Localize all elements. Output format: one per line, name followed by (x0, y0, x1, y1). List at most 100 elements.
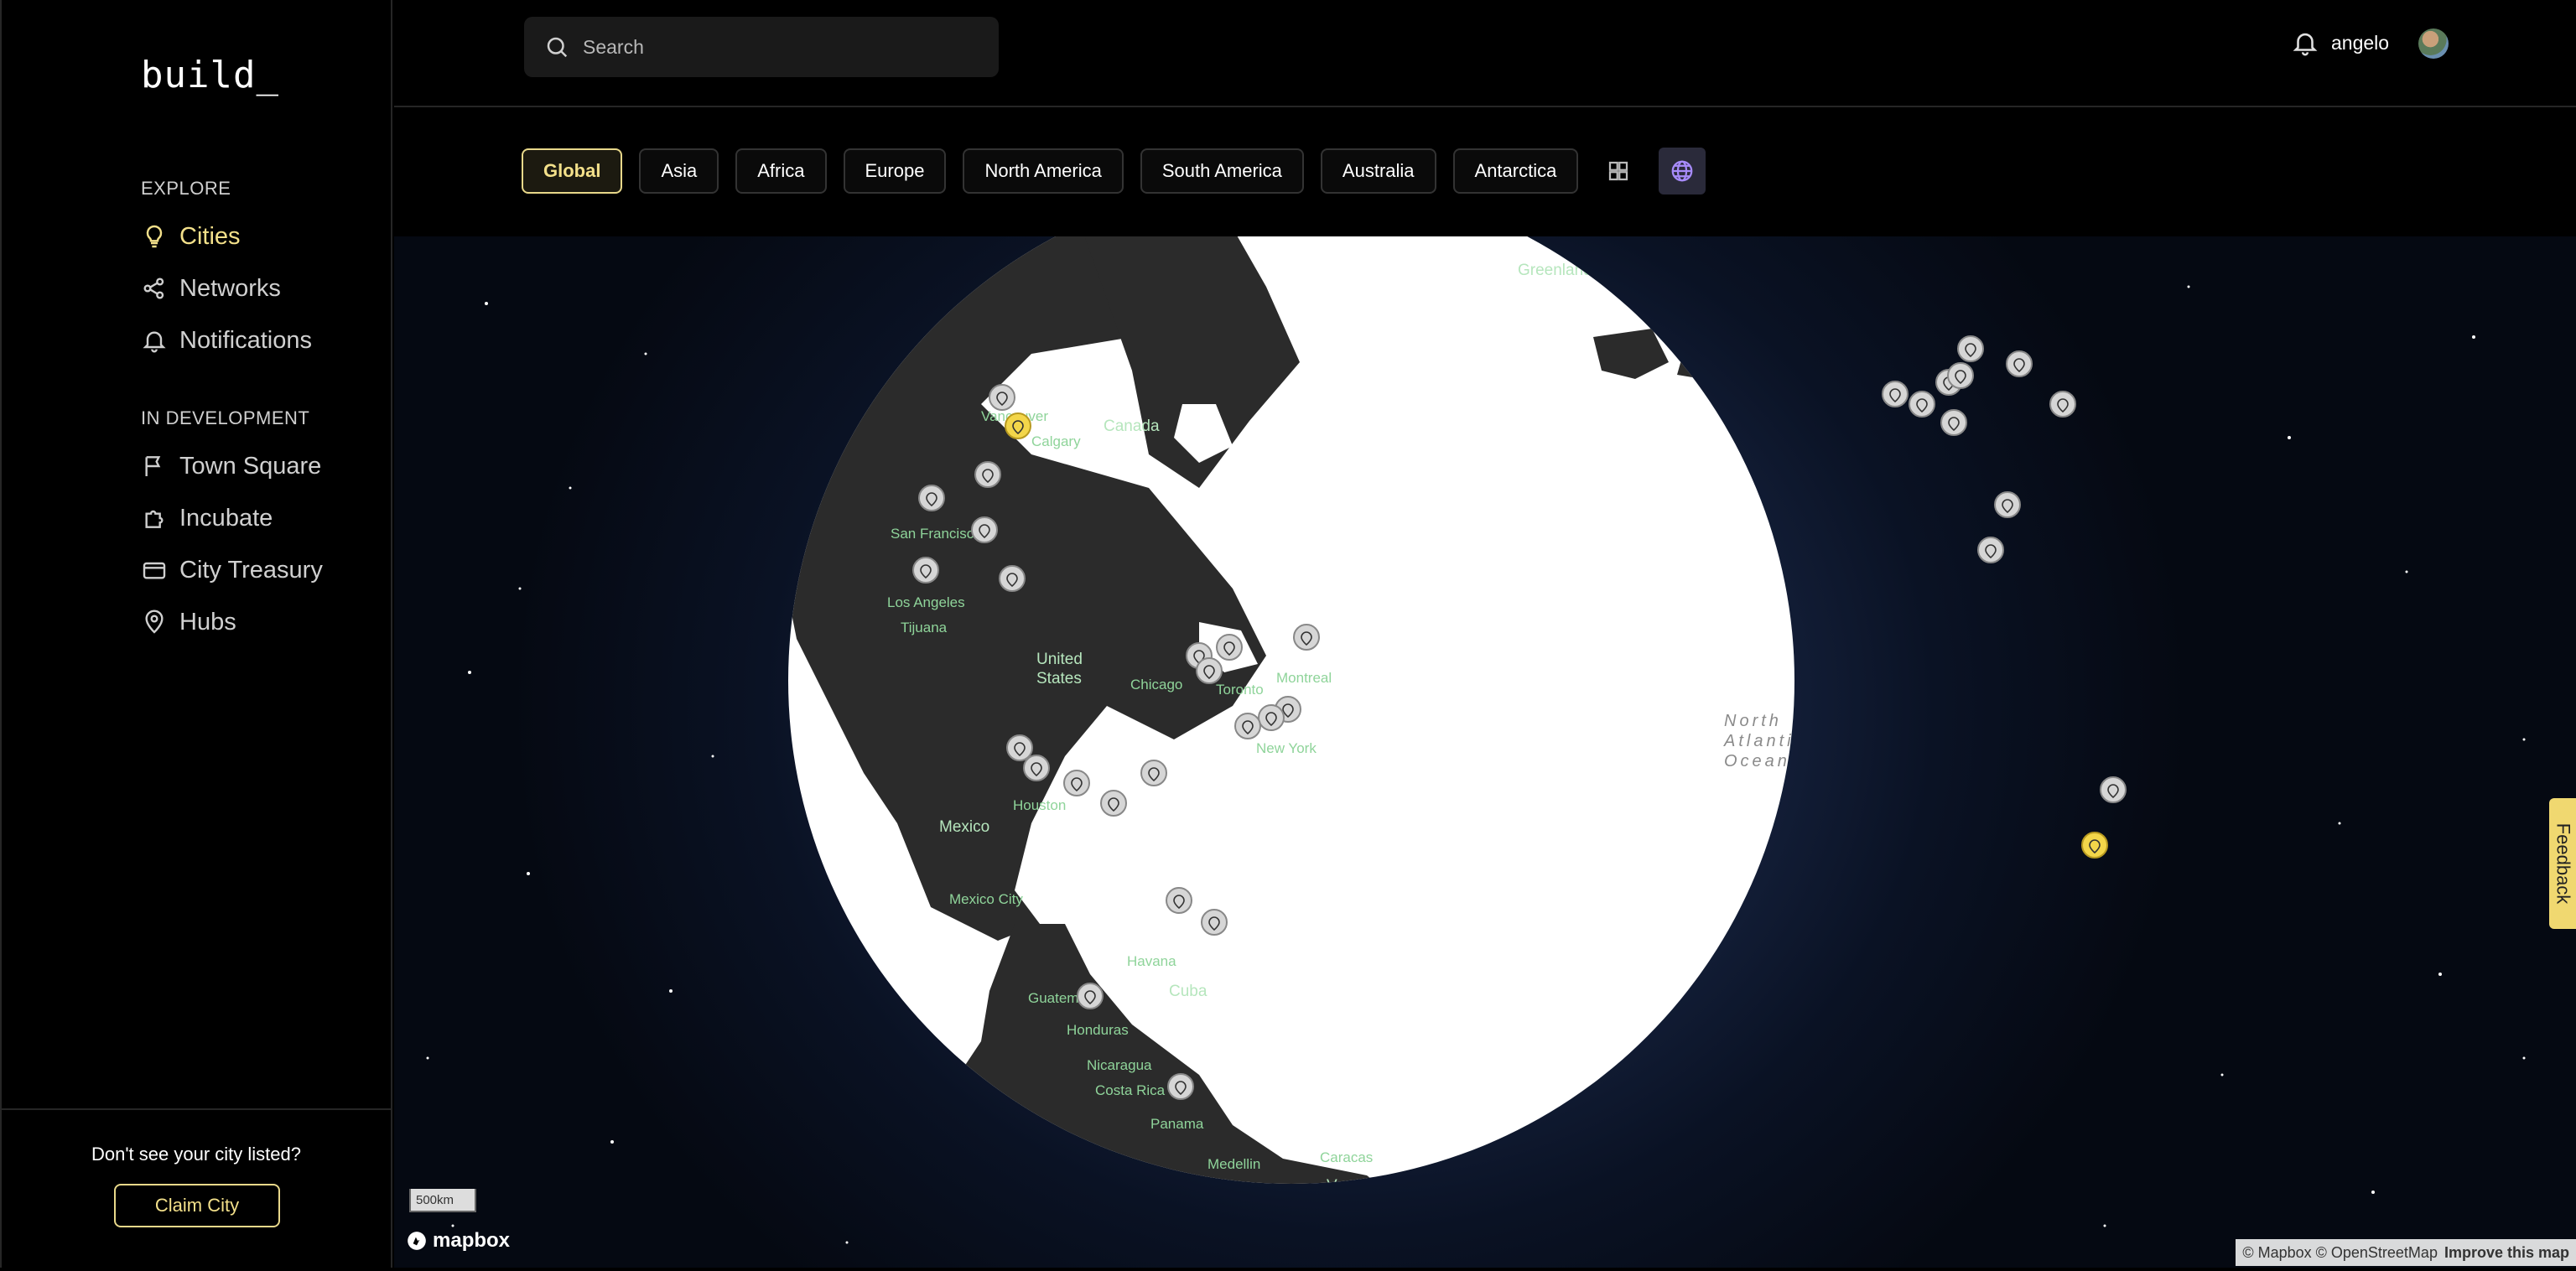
map-pin-icon (145, 610, 164, 634)
filter-chip-south-america[interactable]: South America (1140, 148, 1304, 194)
map-scale: 500km (409, 1189, 476, 1212)
city-marker[interactable] (1196, 657, 1223, 684)
city-marker[interactable] (1293, 624, 1320, 651)
city-marker[interactable] (1100, 790, 1127, 817)
sidebar-item-city-treasury[interactable]: City Treasury (141, 552, 323, 589)
map-label-nicaragua: Nicaragua (1087, 1057, 1152, 1073)
avatar[interactable] (2418, 29, 2449, 59)
city-marker[interactable] (2100, 776, 2127, 803)
filter-chip-north-america[interactable]: North America (963, 148, 1124, 194)
city-marker[interactable] (1201, 909, 1228, 936)
sidebar-item-label: Town Square (179, 452, 322, 480)
grid-icon (1609, 161, 1628, 181)
city-marker[interactable] (918, 485, 945, 511)
map-label-azerbaijan: Azerbaijan (1969, 279, 2036, 295)
city-marker[interactable] (1977, 537, 2004, 563)
city-marker[interactable] (1006, 734, 1033, 761)
grid-view-button[interactable] (1595, 148, 1642, 195)
wallet-icon (143, 562, 166, 579)
bell-icon (143, 331, 166, 353)
feedback-tab[interactable]: Feedback (2549, 798, 2576, 929)
improve-map-link[interactable]: Improve this map (2444, 1244, 2569, 1262)
map-label-greenland: Greenland (1518, 262, 1592, 279)
app-logo[interactable]: build_ (141, 54, 279, 96)
city-marker[interactable] (1167, 1073, 1194, 1100)
city-marker[interactable] (1882, 381, 1909, 407)
filter-chip-africa[interactable]: Africa (735, 148, 827, 194)
city-marker[interactable] (1994, 491, 2021, 518)
globe-icon (1671, 160, 1693, 182)
city-marker[interactable] (2049, 391, 2076, 418)
sidebar-item-cities[interactable]: Cities (141, 218, 241, 255)
filter-chip-global[interactable]: Global (522, 148, 623, 194)
city-marker[interactable] (1940, 409, 1967, 436)
map-label-costa-rica: Costa Rica (1095, 1082, 1166, 1098)
city-marker[interactable] (1166, 887, 1192, 914)
username[interactable]: angelo (2331, 32, 2389, 54)
notifications-bell-icon[interactable] (2291, 29, 2319, 57)
sidebar-item-town-square[interactable]: Town Square (141, 448, 321, 485)
map-label-togo: Togo (2083, 874, 2114, 890)
map-label-guinea: Guinea (2002, 952, 2049, 968)
filter-chip-asia[interactable]: Asia (639, 148, 719, 194)
map-label-lithuania: Lithuania (1903, 289, 1962, 305)
map-label-north-atlantic-ocean: North Atlantic Ocean (1723, 712, 1806, 770)
sidebar-item-incubate[interactable]: Incubate (141, 500, 273, 537)
map-label-panama: Panama (1150, 1116, 1204, 1132)
globe-view-button[interactable] (1659, 148, 1706, 195)
city-marker[interactable] (1957, 335, 1984, 362)
map-label-morocco: Morocco (1979, 693, 2040, 710)
city-marker[interactable] (1234, 713, 1261, 739)
sidebar-item-hubs[interactable]: Hubs (141, 604, 236, 641)
sidebar-item-label: City Treasury (179, 556, 323, 584)
city-marker[interactable] (1077, 983, 1104, 1009)
map-attribution: © Mapbox © OpenStreetMap Improve this ma… (2236, 1239, 2576, 1266)
search-icon (547, 37, 568, 58)
attribution-text[interactable]: © Mapbox © OpenStreetMap (2242, 1244, 2438, 1262)
city-marker[interactable] (2006, 350, 2033, 377)
city-marker[interactable] (912, 557, 939, 584)
map-label-mali: Mali (2070, 817, 2096, 833)
city-marker[interactable] (974, 461, 1001, 488)
map-label-montreal: Montreal (1276, 670, 1332, 686)
city-marker-active[interactable] (2081, 832, 2108, 859)
city-marker[interactable] (971, 516, 998, 543)
search-bar[interactable] (524, 17, 999, 77)
city-marker[interactable] (1258, 704, 1285, 731)
sidebar-item-networks[interactable]: Networks (141, 270, 281, 307)
city-marker[interactable] (989, 384, 1015, 411)
city-marker[interactable] (999, 565, 1026, 592)
filter-chip-australia[interactable]: Australia (1320, 148, 1436, 194)
city-marker[interactable] (1216, 634, 1243, 661)
sidebar-item-label: Hubs (179, 608, 236, 636)
map-label-ghana: Ghana (2071, 910, 2115, 926)
explore-section-label: EXPLORE (141, 178, 231, 199)
city-marker[interactable] (1909, 391, 1935, 418)
map-label-norway: Norway (1823, 301, 1872, 317)
map-label-mexico: Mexico (939, 818, 989, 836)
map-label-ivory-coast: Ivory Coast (2011, 933, 2083, 949)
map-label-chicago: Chicago (1130, 677, 1182, 693)
filter-chip-europe[interactable]: Europe (843, 148, 947, 194)
filter-chip-antarctica[interactable]: Antarctica (1452, 148, 1579, 194)
globe-map[interactable]: Greenland Canada Iceland Calgary Vancouv… (394, 236, 2576, 1268)
claim-city-button[interactable]: Claim City (114, 1184, 280, 1227)
map-label-egypt: Egypt (2085, 494, 2122, 510)
city-marker-active[interactable] (1005, 412, 1031, 439)
map-label-niger: Niger (2105, 732, 2139, 748)
map-label-estonia: Estonia (1872, 257, 1919, 273)
map-label-ireland: Ireland (1850, 450, 1893, 466)
city-marker[interactable] (1023, 755, 1050, 781)
city-marker[interactable] (1140, 760, 1167, 786)
feedback-label: Feedback (2553, 822, 2573, 905)
city-marker[interactable] (1947, 362, 1974, 389)
globe-canvas[interactable]: Greenland Canada Iceland Calgary Vancouv… (394, 236, 2576, 1268)
map-label-united-states: United States (1036, 651, 1083, 687)
mapbox-logo[interactable]: mapbox (406, 1229, 510, 1253)
map-label-canada: Canada (1104, 418, 1160, 435)
claim-city-prompt: Don't see your city listed? (91, 1144, 301, 1165)
sidebar-item-notifications[interactable]: Notifications (141, 322, 312, 359)
map-label-sweden: Sweden (1815, 242, 1866, 258)
search-input[interactable] (581, 34, 987, 60)
city-marker[interactable] (1063, 770, 1090, 796)
